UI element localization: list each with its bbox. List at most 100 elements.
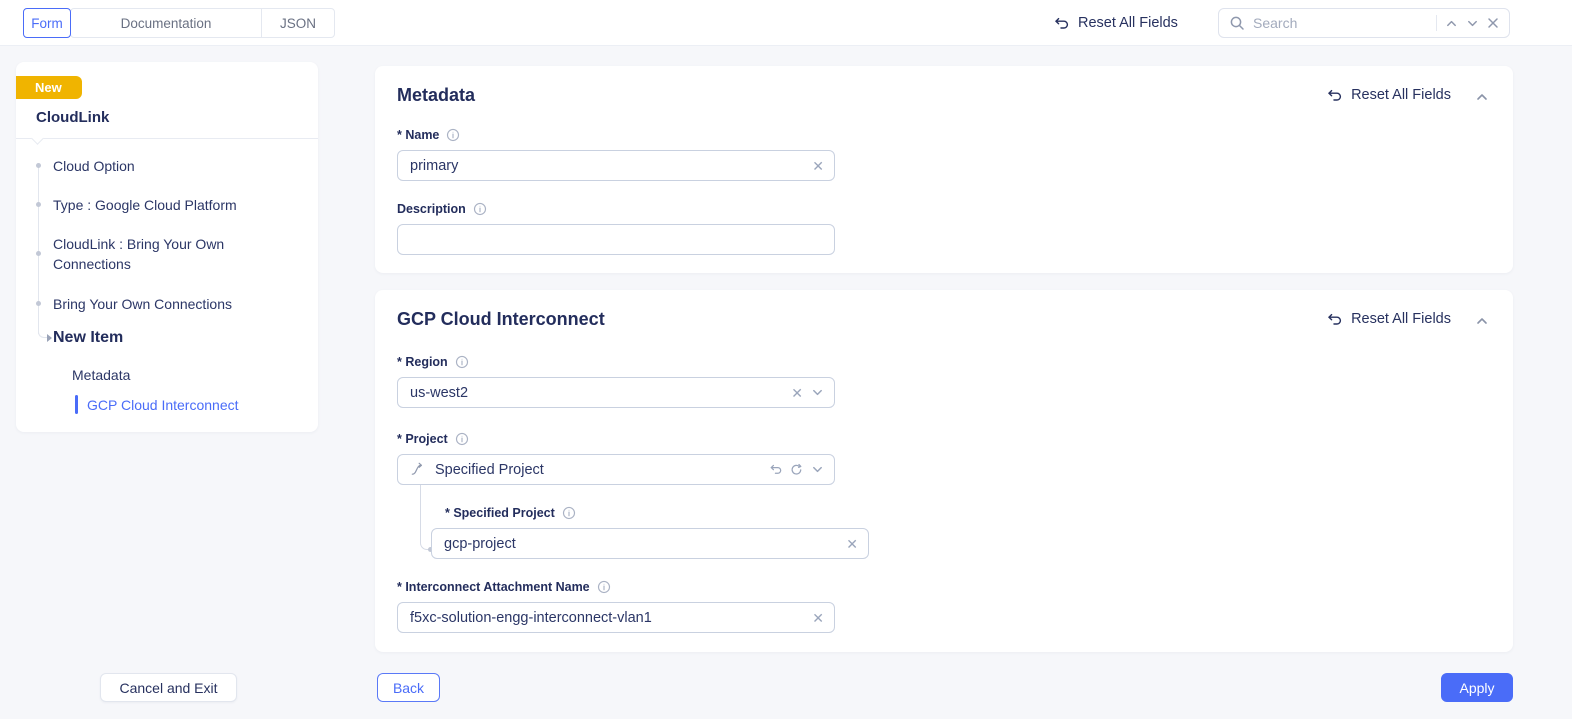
search-prev-icon[interactable]: [1445, 17, 1458, 30]
tree-dot: [36, 301, 41, 306]
nested-field-connector: [420, 485, 429, 550]
project-field-label: * Project: [397, 432, 469, 446]
name-input[interactable]: [410, 158, 804, 174]
description-input-box: [397, 224, 835, 255]
tree-dot: [36, 163, 41, 168]
sidebar-item-label: New Item: [53, 329, 123, 346]
region-label-text: * Region: [397, 355, 448, 369]
sidebar-item-label: CloudLink : Bring Your Own Connections: [53, 236, 224, 272]
search-icon: [1229, 15, 1245, 31]
sidebar-item-cloud-option[interactable]: Cloud Option: [53, 156, 298, 176]
metadata-reset-fields-label: Reset All Fields: [1351, 87, 1451, 103]
name-label-text: * Name: [397, 128, 439, 142]
gcp-reset-fields-button[interactable]: Reset All Fields: [1325, 311, 1451, 327]
tree-dot: [36, 202, 41, 207]
sidebar-item-label: Type : Google Cloud Platform: [53, 197, 237, 213]
apply-button[interactable]: Apply: [1441, 673, 1513, 702]
name-input-box: ✕: [397, 150, 835, 181]
sidebar-divider: [16, 138, 318, 139]
clear-icon[interactable]: ✕: [812, 611, 824, 625]
sidebar-item-label: Cloud Option: [53, 158, 135, 174]
description-input[interactable]: [410, 232, 824, 248]
collapse-chevron-up-icon[interactable]: [1475, 90, 1489, 104]
gcp-section-title: GCP Cloud Interconnect: [397, 309, 605, 330]
view-tabs: Form Documentation JSON: [23, 8, 335, 38]
attachment-name-field-label: * Interconnect Attachment Name: [397, 580, 611, 594]
new-badge: New: [16, 76, 82, 99]
sidebar-item-new-item[interactable]: New Item: [53, 328, 298, 348]
description-label-text: Description: [397, 202, 466, 216]
tree-arrow-icon: [47, 334, 52, 342]
project-label-text: * Project: [397, 432, 448, 446]
clear-icon[interactable]: ✕: [812, 159, 824, 173]
info-icon[interactable]: [455, 432, 469, 446]
info-icon[interactable]: [455, 355, 469, 369]
specified-project-input[interactable]: [444, 536, 838, 552]
clear-icon[interactable]: ✕: [846, 537, 858, 551]
info-icon[interactable]: [562, 506, 576, 520]
tab-form[interactable]: Form: [23, 8, 71, 38]
info-icon[interactable]: [597, 580, 611, 594]
sidebar-item-label: Bring Your Own Connections: [53, 296, 232, 312]
tab-documentation[interactable]: Documentation: [70, 8, 262, 38]
search-box: [1218, 8, 1510, 38]
chevron-down-icon[interactable]: [811, 463, 824, 476]
gcp-cloud-interconnect-section: GCP Cloud Interconnect Reset All Fields …: [375, 290, 1513, 652]
project-value: Specified Project: [435, 462, 760, 478]
clear-icon[interactable]: ✕: [791, 386, 803, 400]
undo-icon: [1325, 312, 1342, 327]
attachment-name-input[interactable]: [410, 610, 804, 626]
sidebar-item-label: Metadata: [72, 367, 130, 383]
metadata-section: Metadata Reset All Fields * Name ✕ Descr: [375, 66, 1513, 273]
reset-all-fields-button[interactable]: Reset All Fields: [1052, 12, 1178, 34]
specified-project-label-text: * Specified Project: [445, 506, 555, 520]
collapse-chevron-up-icon[interactable]: [1475, 314, 1489, 328]
chevron-down-icon[interactable]: [811, 386, 824, 399]
specified-project-input-box: ✕: [431, 528, 869, 559]
tree-dot: [36, 251, 41, 256]
gcp-reset-fields-label: Reset All Fields: [1351, 311, 1451, 327]
attachment-name-input-box: ✕: [397, 602, 835, 633]
sidebar-item-label: GCP Cloud Interconnect: [87, 397, 239, 413]
sidebar-item-gcp-cloud-interconnect[interactable]: GCP Cloud Interconnect: [75, 395, 320, 415]
region-select[interactable]: us-west2 ✕: [397, 377, 835, 408]
tab-form-label: Form: [31, 16, 63, 31]
back-label: Back: [393, 680, 424, 696]
tab-json[interactable]: JSON: [261, 8, 335, 38]
specified-project-field-label: * Specified Project: [445, 506, 576, 520]
info-icon[interactable]: [446, 128, 460, 142]
search-close-icon[interactable]: [1487, 17, 1499, 29]
undo-icon: [1052, 16, 1069, 31]
back-button[interactable]: Back: [377, 673, 440, 702]
top-bar: Form Documentation JSON Reset All Fields: [0, 0, 1572, 46]
selected-item-bar: [75, 395, 78, 414]
tab-documentation-label: Documentation: [121, 16, 212, 31]
reset-all-fields-label: Reset All Fields: [1078, 15, 1178, 31]
undo-small-icon[interactable]: [768, 463, 782, 476]
description-field-label: Description: [397, 202, 487, 216]
sidebar-item-cloudlink-byoc[interactable]: CloudLink : Bring Your Own Connections: [53, 234, 298, 274]
search-divider: [1436, 15, 1437, 31]
tab-json-label: JSON: [280, 16, 316, 31]
one-of-branch-icon: [410, 462, 425, 477]
undo-icon: [1325, 88, 1342, 103]
info-icon[interactable]: [473, 202, 487, 216]
sidebar-item-metadata[interactable]: Metadata: [72, 365, 317, 385]
metadata-reset-fields-button[interactable]: Reset All Fields: [1325, 87, 1451, 103]
sidebar-item-bring-your-own-connections[interactable]: Bring Your Own Connections: [53, 294, 298, 314]
sidebar-item-type[interactable]: Type : Google Cloud Platform: [53, 195, 298, 215]
refresh-icon[interactable]: [790, 463, 803, 476]
metadata-section-title: Metadata: [397, 85, 475, 106]
cancel-and-exit-label: Cancel and Exit: [119, 680, 217, 696]
apply-label: Apply: [1459, 680, 1494, 696]
project-select[interactable]: Specified Project: [397, 454, 835, 485]
search-next-icon[interactable]: [1466, 17, 1479, 30]
attachment-name-label-text: * Interconnect Attachment Name: [397, 580, 590, 594]
sidebar-divider-notch: [31, 132, 44, 145]
config-tree-sidebar: New CloudLink Cloud Option Type : Google…: [16, 62, 318, 432]
region-field-label: * Region: [397, 355, 469, 369]
cancel-and-exit-button[interactable]: Cancel and Exit: [100, 673, 237, 702]
search-input[interactable]: [1253, 15, 1428, 31]
sidebar-title: CloudLink: [36, 109, 109, 126]
new-badge-label: New: [35, 80, 62, 95]
